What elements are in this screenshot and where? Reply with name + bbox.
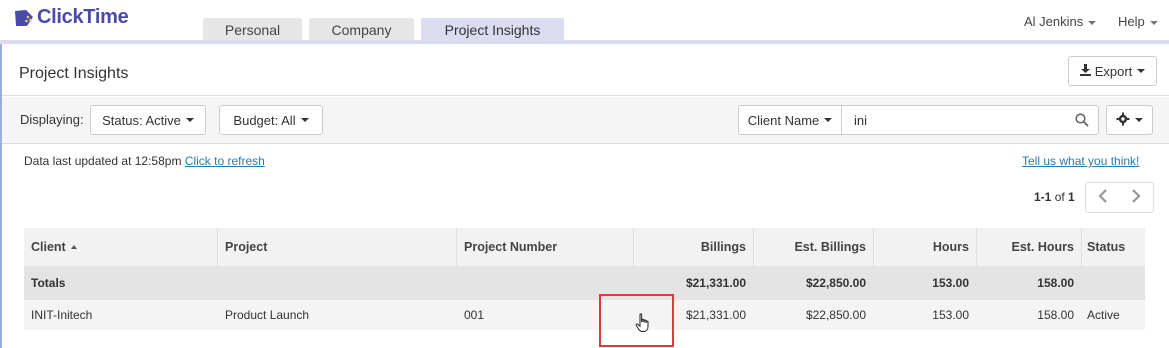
budget-filter-dropdown[interactable]: Budget: All [219, 105, 323, 135]
refresh-link[interactable]: Click to refresh [185, 154, 265, 168]
help-menu-label: Help [1118, 14, 1145, 29]
previous-page-button[interactable] [1085, 182, 1120, 213]
app-logo[interactable]: ClickTime [13, 6, 129, 29]
column-header-client[interactable]: Client [31, 228, 217, 266]
cell-project: Product Launch [225, 308, 310, 322]
cell-est-hours: 158.00 [1037, 308, 1074, 322]
tab-company[interactable]: Company [309, 18, 414, 42]
column-header-billings[interactable]: Billings [634, 228, 746, 266]
pagination-of: of [1054, 190, 1065, 204]
hand-pointer-icon [635, 313, 651, 333]
caret-down-icon [300, 118, 309, 122]
pagination-range: 1-1 [1034, 190, 1052, 204]
caret-down-icon [824, 118, 833, 122]
last-updated-status: Data last updated at 12:58pm Click to re… [24, 154, 265, 168]
budget-filter-label: Budget: All [233, 112, 296, 128]
totals-est-billings: $22,850.00 [805, 276, 866, 290]
totals-label: Totals [31, 276, 66, 290]
table-row[interactable]: INIT-Initech Product Launch 001 $21,331.… [24, 300, 1145, 330]
last-updated-text: Data last updated at 12:58pm [24, 154, 182, 168]
chevron-left-icon [1097, 189, 1108, 206]
column-header-label: Client [31, 240, 66, 254]
main-tabs: Personal Company Project Insights [203, 18, 571, 42]
displaying-label: Displaying: [20, 112, 84, 127]
sort-ascending-icon [70, 245, 77, 249]
totals-hours: 153.00 [932, 276, 969, 290]
totals-est-hours: 158.00 [1037, 276, 1074, 290]
gear-icon [1116, 112, 1130, 129]
table-header-row: Client Project Project Number Billings E… [24, 228, 1145, 266]
page-title: Project Insights [19, 65, 129, 82]
chevron-right-icon [1131, 189, 1141, 206]
cell-client: INIT-Initech [31, 308, 93, 322]
column-header-est-billings[interactable]: Est. Billings [754, 228, 866, 266]
column-header-status[interactable]: Status [1087, 228, 1145, 266]
pagination-summary: 1-1 of 1 [1034, 190, 1075, 204]
caret-down-icon [185, 118, 194, 122]
pagination-total: 1 [1068, 190, 1075, 204]
project-insights-table: Client Project Project Number Billings E… [24, 228, 1145, 330]
app-name: ClickTime [37, 6, 129, 28]
caret-down-icon [1088, 20, 1097, 25]
caret-down-icon [1135, 118, 1143, 122]
column-header-project[interactable]: Project [225, 228, 455, 266]
caret-down-icon [1149, 20, 1158, 25]
totals-row: Totals $21,331.00 $22,850.00 153.00 158.… [24, 266, 1145, 300]
cell-hours: 153.00 [932, 308, 969, 322]
user-menu[interactable]: Al Jenkins [1024, 14, 1097, 29]
export-button[interactable]: Export [1068, 56, 1157, 86]
status-filter-label: Status: Active [102, 112, 181, 128]
search-field-label: Client Name [747, 112, 820, 128]
cell-est-billings: $22,850.00 [805, 308, 866, 322]
status-filter-dropdown[interactable]: Status: Active [90, 105, 206, 135]
tab-project-insights[interactable]: Project Insights [421, 18, 564, 42]
filter-bar: Displaying: Status: Active Budget: All C… [2, 97, 1169, 144]
next-page-button[interactable] [1119, 182, 1154, 213]
search-icon[interactable] [1075, 113, 1089, 127]
feedback-link[interactable]: Tell us what you think! [1022, 154, 1139, 168]
column-header-project-number[interactable]: Project Number [464, 228, 634, 266]
user-menu-label: Al Jenkins [1024, 14, 1084, 29]
top-header: ClickTime Personal Company Project Insig… [0, 0, 1169, 42]
column-divider [217, 228, 218, 266]
help-menu[interactable]: Help [1118, 14, 1158, 29]
column-divider [456, 228, 457, 266]
export-label: Export [1094, 63, 1133, 79]
settings-button[interactable] [1106, 105, 1153, 135]
tab-personal[interactable]: Personal [203, 18, 302, 42]
search-input[interactable] [842, 106, 1062, 134]
clicktime-logo-icon [13, 8, 35, 28]
column-header-est-hours[interactable]: Est. Hours [977, 228, 1074, 266]
column-header-hours[interactable]: Hours [874, 228, 969, 266]
cell-status: Active [1087, 308, 1120, 322]
column-divider [1081, 228, 1082, 266]
download-icon [1079, 63, 1091, 79]
search-box [842, 105, 1099, 135]
caret-down-icon [1137, 69, 1146, 73]
page-title-bar: Project Insights Export [2, 44, 1169, 96]
search-field-dropdown[interactable]: Client Name [738, 105, 842, 135]
